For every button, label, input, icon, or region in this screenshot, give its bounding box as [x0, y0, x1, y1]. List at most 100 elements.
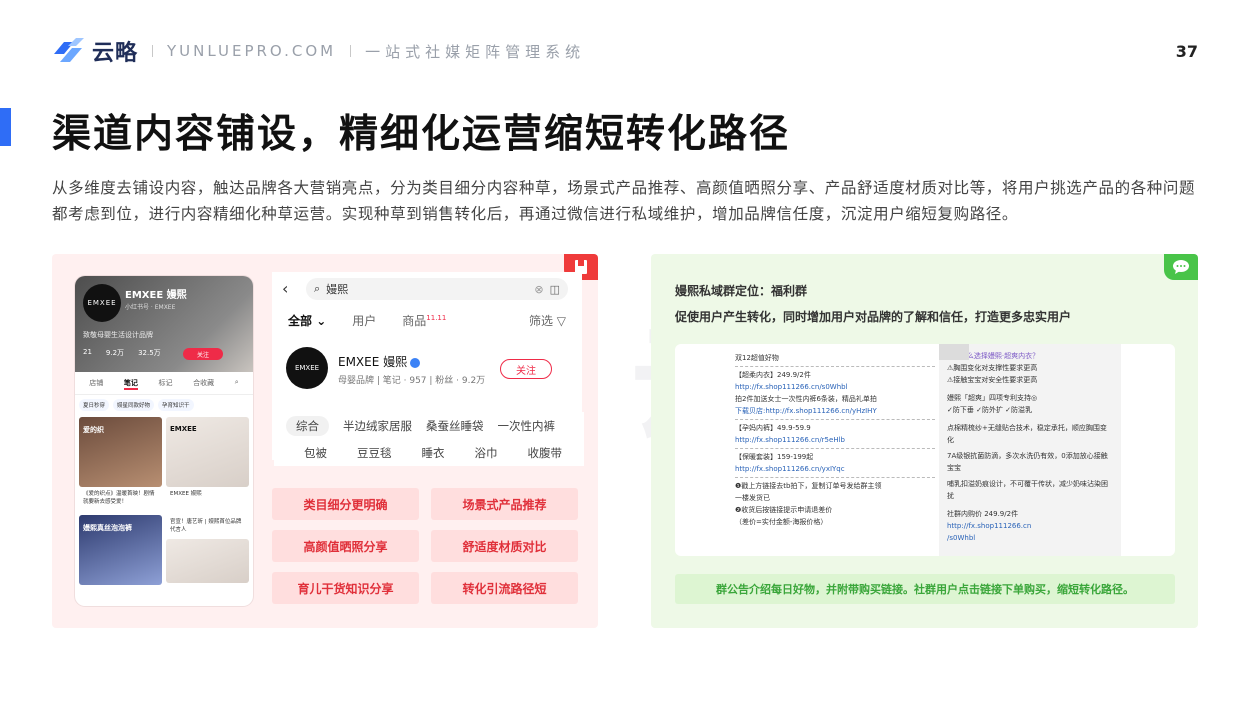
search-icon: ⌕: [314, 282, 321, 295]
divider: [735, 477, 935, 478]
brand-profile-screenshot: EMXEE EMXEE 嫚熙 小红书号 · EMXEE 致敬母婴生活设计品牌 2…: [75, 276, 253, 606]
note-card[interactable]: 官宣！唐艺昕 | 嫚熙首位品牌代言人: [166, 515, 249, 585]
brand-logo-icon: [52, 36, 86, 66]
verified-icon: [410, 357, 421, 368]
note-caption: EMXEE 嫚熙: [166, 487, 249, 511]
result-meta: 母婴品牌 | 笔记 · 957 | 粉丝 · 9.2万: [338, 376, 486, 386]
stat-value: 21: [83, 348, 92, 356]
category-tag[interactable]: 睡衣: [392, 445, 445, 461]
profile-tabs: 店铺 笔记 标记 合收藏 ⌕: [75, 372, 253, 395]
chip[interactable]: 夏日秒穿: [79, 399, 110, 411]
note-caption: 《爱的织点》温暖首映！剧情就要新去感受爱！: [79, 487, 162, 511]
brand-slogan: 一站式社媒矩阵管理系统: [365, 42, 586, 61]
note-caption: 官宣！唐艺昕 | 嫚熙首位品牌代言人: [166, 515, 249, 539]
follow-button[interactable]: 关注: [183, 348, 223, 360]
feature-item: 舒适度材质对比: [431, 530, 578, 562]
note-cover-text: EMXEE: [170, 425, 197, 433]
brand-name: 云略: [92, 41, 139, 66]
page-title: 渠道内容铺设，精细化运营缩短转化路径: [52, 112, 791, 157]
brand-domain: YUNLUEPRO.COM: [167, 42, 337, 60]
msg-line: 嫚熙「超爽」四项专利支持◎: [947, 394, 1038, 402]
category-tag[interactable]: 收腹带: [498, 445, 563, 461]
profile-header: EMXEE EMXEE 嫚熙 小红书号 · EMXEE 致敬母婴生活设计品牌 2…: [75, 276, 253, 372]
category-tag[interactable]: 浴巾: [445, 445, 498, 461]
feature-item: 育儿干货知识分享: [272, 572, 419, 604]
category-tag[interactable]: 一次性内裤: [484, 418, 556, 434]
profile-tagline: 致敬母婴生活设计品牌: [83, 331, 153, 339]
summary-banner: 群公告介绍每日好物，并附带购买链接。社群用户点击链接下单购买，缩短转化路径。: [675, 574, 1175, 604]
tab-users[interactable]: 用户: [352, 312, 376, 329]
note-cover: 爱的织: [79, 417, 162, 487]
follow-button[interactable]: 关注: [500, 359, 552, 379]
msg-link[interactable]: http://fx.shop111266.cn/r5eHlb: [735, 434, 935, 446]
note-card[interactable]: EMXEE EMXEE 嫚熙: [166, 417, 249, 511]
category-tag[interactable]: 桑蚕丝睡袋: [412, 418, 484, 434]
stat-value: 9.2万: [105, 349, 125, 357]
category-tag[interactable]: 综合: [286, 416, 329, 436]
category-tag[interactable]: 半边绒家居服: [329, 418, 412, 434]
search-tabs: 全部 ⌄ 用户 商品11.11 筛选 ▽: [272, 300, 582, 335]
private-domain-panel: 嫚熙私域群定位：福利群 促使用户产生转化，同时增加用户对品牌的了解和信任，打造更…: [651, 254, 1198, 628]
msg-line: ✓防下垂 ✓防外扩 ✓防溢乳: [947, 406, 1033, 414]
search-icon[interactable]: ⌕: [235, 378, 239, 390]
feature-list: 类目细分更明确 场景式产品推荐 高颜值晒照分享 舒适度材质对比 育儿干货知识分享…: [272, 488, 578, 604]
filter-label: 筛选: [528, 314, 553, 328]
panel-heading: 嫚熙私域群定位：福利群: [675, 284, 808, 298]
chip[interactable]: 孕育知识干: [158, 399, 194, 411]
category-tag[interactable]: 豆豆毯: [327, 445, 392, 461]
content-layout-panel: EMXEE EMXEE 嫚熙 小红书号 · EMXEE 致敬母婴生活设计品牌 2…: [52, 254, 598, 628]
feature-item: 高颜值晒照分享: [272, 530, 419, 562]
user-result-row[interactable]: EMXEE EMXEE 嫚熙 母婴品牌 | 笔记 · 957 | 粉丝 · 9.…: [272, 335, 582, 399]
image-thumbnail: [939, 344, 969, 360]
category-tag[interactable]: 包被: [274, 445, 327, 461]
chat-message: 双12超值好物 【超柔内衣】249.9/2件 http://fx.shop111…: [735, 352, 935, 528]
msg-line: （差价=实付金额-海报价格）: [735, 518, 828, 526]
camera-icon[interactable]: ◫: [550, 283, 560, 296]
filter-button[interactable]: 筛选 ▽: [529, 312, 566, 329]
note-card[interactable]: 爱的织 《爱的织点》温暖首映！剧情就要新去感受爱！: [79, 417, 162, 511]
panel-subheading: 促使用户产生转化，同时增加用户对品牌的了解和信任，打造更多忠实用户: [675, 310, 1072, 324]
tab-label: 商品: [402, 314, 427, 328]
avatar: EMXEE: [83, 284, 121, 322]
msg-line: ❷收货后按链接提示申请退差价: [735, 506, 833, 514]
divider: [735, 448, 935, 449]
clear-icon[interactable]: ⊗: [534, 283, 543, 296]
msg-link[interactable]: http://fx.shop111266.cn/yxIYqc: [735, 463, 935, 475]
search-input[interactable]: ⌕ 嫚熙 ⊗ ◫: [306, 278, 568, 300]
tab-badge: 11.11: [426, 314, 447, 322]
msg-link[interactable]: http://fx.shop111266.cn/s0Whbl: [735, 381, 935, 393]
profile-stats: 21 9.2万 32.5万: [83, 348, 161, 358]
page-description: 从多维度去铺设内容，触达品牌各大营销亮点，分为类目细分内容种草，场景式产品推荐、…: [52, 179, 1196, 223]
note-card[interactable]: 嫚熙真丝泡泡裤: [79, 515, 162, 585]
header-divider: [350, 45, 352, 57]
msg-line: #为什么选择嫚熙·超爽内衣？: [947, 352, 1040, 360]
msg-line: 拍2件加送女士一次性内裤6条装，精品礼单拍: [735, 395, 877, 403]
tab-all[interactable]: 全部 ⌄: [288, 312, 326, 329]
msg-line: ❶戳上方链接去tb拍下，复制订单号发给群主领: [735, 482, 882, 490]
chat-message: #为什么选择嫚熙·超爽内衣？ ⚠胸围变化对支撑性要求更高 ⚠接触宝宝对安全性要求…: [939, 344, 1121, 556]
tab-shop[interactable]: 店铺: [89, 378, 103, 390]
search-query: 嫚熙: [326, 283, 349, 296]
tab-notes[interactable]: 笔记: [123, 378, 138, 390]
profile-id: 小红书号 · EMXEE: [125, 304, 176, 311]
category-tags-row: 综合 半边绒家居服 桑蚕丝睡袋 一次性内裤: [274, 412, 584, 440]
msg-link[interactable]: 下载贝店:http://fx.shop111266.cn/yHzIHY: [735, 405, 935, 417]
msg-line: 哺乳扣溢奶痕设计，不可覆干传状，减少奶味沾染困扰: [947, 480, 1108, 500]
group-chat-screenshot: 双12超值好物 【超柔内衣】249.9/2件 http://fx.shop111…: [675, 344, 1175, 556]
tab-goods[interactable]: 商品11.11: [402, 312, 446, 329]
chip[interactable]: 嫚星同款好物: [113, 399, 155, 411]
msg-line: 双12超值好物: [735, 354, 779, 362]
msg-line: 【超柔内衣】249.9/2件: [735, 371, 811, 379]
result-name: EMXEE 嫚熙: [338, 353, 421, 370]
category-tags-row: 包被 豆豆毯 睡衣 浴巾 收腹带: [274, 440, 584, 466]
msg-link[interactable]: http://fx.shop111266.cn: [947, 520, 1113, 532]
tab-collect[interactable]: 合收藏: [193, 378, 214, 390]
divider: [735, 419, 935, 420]
back-icon[interactable]: ‹: [282, 279, 288, 298]
stat-value: 32.5万: [138, 349, 161, 357]
tab-marks[interactable]: 标记: [159, 378, 173, 390]
msg-line: 7A级银抗菌防滴，多次水洗仍有效，0添加放心接触宝宝: [947, 452, 1108, 472]
msg-line: ⚠胸围变化对支撑性要求更高: [947, 364, 1038, 372]
note-cover-text: 爱的织: [83, 426, 104, 434]
msg-link[interactable]: /s0Whbl: [947, 532, 1113, 544]
